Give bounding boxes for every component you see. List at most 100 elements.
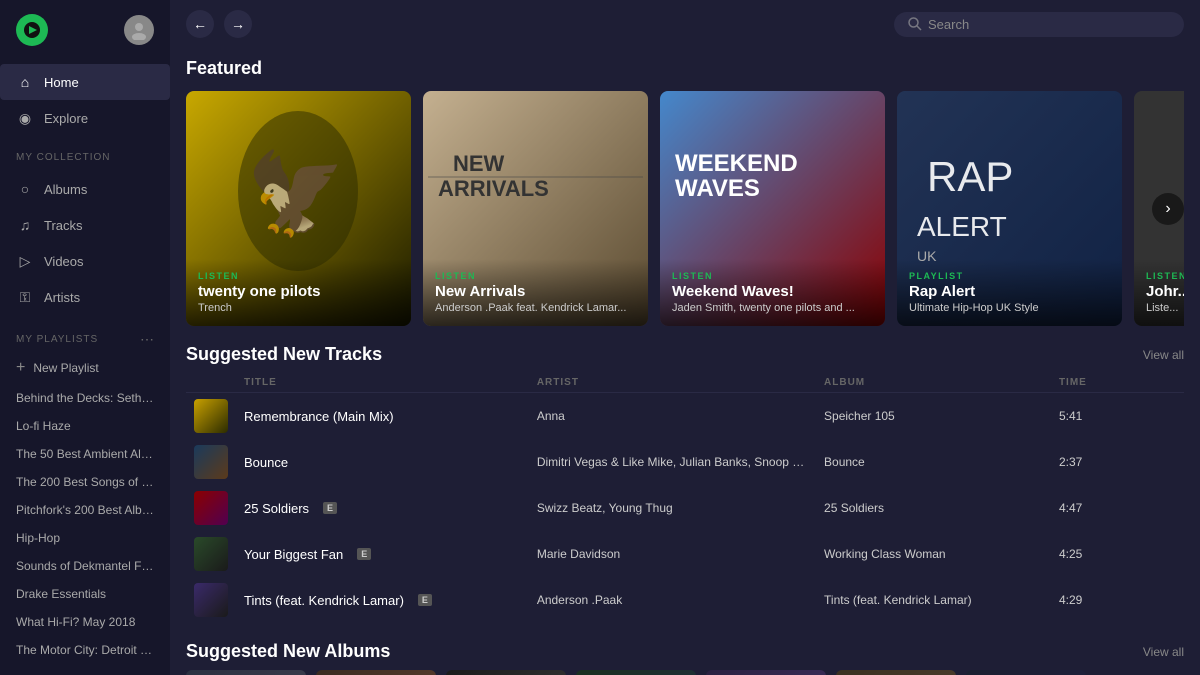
sidebar-item-tracks[interactable]: ♫ Tracks — [0, 207, 170, 243]
album-card-2[interactable] — [446, 670, 566, 675]
track-like-button-3[interactable]: ♡ — [1142, 544, 1159, 565]
svg-text:RAP: RAP — [927, 153, 1013, 200]
sidebar-item-home-label: Home — [44, 75, 79, 90]
album-card-0[interactable] — [186, 670, 306, 675]
explicit-badge: E — [357, 548, 371, 560]
col-num — [186, 373, 236, 393]
track-like-button-0[interactable]: ♡ — [1142, 406, 1159, 427]
track-artist-1: Dimitri Vegas & Like Mike, Julian Banks,… — [529, 439, 816, 485]
featured-card-3[interactable]: RAP ALERT UK PLAYLIST Rap Alert Ultimate… — [897, 91, 1122, 326]
tracks-header-row: TITLE ARTIST ALBUM TIME — [186, 373, 1184, 393]
track-album-4: Tints (feat. Kendrick Lamar) — [816, 577, 1051, 623]
suggested-albums-title: Suggested New Albums — [186, 641, 390, 662]
table-row[interactable]: Remembrance (Main Mix) Anna Speicher 105… — [186, 393, 1184, 440]
add-icon: + — [16, 359, 25, 377]
sidebar-playlist-item-7[interactable]: Drake Essentials — [0, 580, 170, 608]
track-artist-3: Marie Davidson — [529, 531, 816, 577]
search-input[interactable] — [928, 17, 1170, 32]
artists-icon: ⚿ — [16, 288, 34, 306]
track-time-1: 2:37 — [1051, 439, 1114, 485]
card-title-3: Rap Alert — [909, 283, 1110, 300]
card-title-2: Weekend Waves! — [672, 283, 873, 300]
app-logo[interactable] — [16, 14, 48, 46]
collection-section-title: MY COLLECTION — [0, 140, 170, 167]
sidebar-item-explore[interactable]: ◉ Explore — [0, 100, 170, 136]
track-like-button-1[interactable]: ♡ — [1142, 452, 1159, 473]
track-time-4: 4:29 — [1051, 577, 1114, 623]
sidebar-playlist-item-8[interactable]: What Hi-Fi? May 2018 — [0, 608, 170, 636]
explicit-badge: E — [418, 594, 432, 606]
track-like-button-4[interactable]: ♡ — [1142, 590, 1159, 611]
suggested-tracks-title: Suggested New Tracks — [186, 344, 382, 365]
sidebar-playlist-item-5[interactable]: Hip-Hop — [0, 524, 170, 552]
track-title-cell: Bounce — [236, 439, 529, 485]
track-add-button-0[interactable]: + — [1122, 406, 1134, 426]
new-playlist-label: New Playlist — [33, 361, 98, 375]
album-card-3[interactable] — [576, 670, 696, 675]
sidebar-item-artists[interactable]: ⚿ Artists — [0, 279, 170, 315]
track-artist-4: Anderson .Paak — [529, 577, 816, 623]
track-album-3: Working Class Woman — [816, 531, 1051, 577]
track-add-button-1[interactable]: + — [1122, 452, 1134, 472]
sidebar-item-home[interactable]: ⌂ Home — [0, 64, 170, 100]
table-row[interactable]: Your Biggest Fan E Marie Davidson Workin… — [186, 531, 1184, 577]
track-add-button-4[interactable]: + — [1122, 590, 1134, 610]
card-tag-4: LISTEN — [1146, 271, 1184, 281]
card-tag-3: PLAYLIST — [909, 271, 1110, 281]
track-thumb-4 — [194, 583, 228, 617]
card-tag-1: LISTEN — [435, 271, 636, 281]
table-row[interactable]: Tints (feat. Kendrick Lamar) E Anderson … — [186, 577, 1184, 623]
main-nav: ⌂ Home ◉ Explore — [0, 60, 170, 140]
sidebar-item-videos-label: Videos — [44, 254, 84, 269]
sidebar-playlist-item-1[interactable]: Lo-fi Haze — [0, 412, 170, 440]
track-add-button-2[interactable]: + — [1122, 498, 1134, 518]
sidebar-playlist-item-0[interactable]: Behind the Decks: Seth Tro... — [0, 384, 170, 412]
sidebar-item-albums[interactable]: ○ Albums — [0, 171, 170, 207]
sidebar: ⌂ Home ◉ Explore MY COLLECTION ○ Albums … — [0, 0, 170, 675]
featured-card-1[interactable]: NEW ARRIVALS LISTEN New Arrivals Anderso… — [423, 91, 648, 326]
track-add-button-3[interactable]: + — [1122, 544, 1134, 564]
track-actions-cell: + ♡ — [1114, 577, 1184, 623]
featured-next-button[interactable]: › — [1152, 193, 1184, 225]
tracks-view-all[interactable]: View all — [1143, 348, 1184, 362]
track-name-1: Bounce — [244, 455, 288, 470]
new-playlist-button[interactable]: + New Playlist — [0, 352, 170, 384]
albums-row — [186, 670, 1184, 675]
album-card-4[interactable] — [706, 670, 826, 675]
sidebar-playlist-item-4[interactable]: Pitchfork's 200 Best Album... — [0, 496, 170, 524]
playlists-more-icon[interactable]: ⋯ — [140, 331, 154, 348]
home-icon: ⌂ — [16, 73, 34, 91]
albums-view-all[interactable]: View all — [1143, 645, 1184, 659]
album-card-5[interactable] — [836, 670, 956, 675]
main-content: ← → Featured 🦅 LISTEN twenty one pilots — [170, 0, 1200, 675]
back-button[interactable]: ← — [186, 10, 214, 38]
forward-button[interactable]: → — [224, 10, 252, 38]
sidebar-playlist-item-9[interactable]: The Motor City: Detroit Hou... — [0, 636, 170, 664]
user-avatar[interactable] — [124, 15, 154, 45]
album-card-6[interactable] — [966, 670, 1086, 675]
featured-card-2[interactable]: WEEKEND WAVES LISTEN Weekend Waves! Jade… — [660, 91, 885, 326]
sidebar-item-explore-label: Explore — [44, 111, 88, 126]
table-row[interactable]: 25 Soldiers E Swizz Beatz, Young Thug 25… — [186, 485, 1184, 531]
featured-card-0[interactable]: 🦅 LISTEN twenty one pilots Trench — [186, 91, 411, 326]
playlists-section-title: MY PLAYLISTS — [16, 334, 98, 345]
sidebar-playlist-item-3[interactable]: The 200 Best Songs of the ... — [0, 468, 170, 496]
sidebar-playlist-item-2[interactable]: The 50 Best Ambient Albu... — [0, 440, 170, 468]
track-thumb-2 — [194, 491, 228, 525]
explore-icon: ◉ — [16, 109, 34, 127]
table-row[interactable]: Bounce Dimitri Vegas & Like Mike, Julian… — [186, 439, 1184, 485]
playlist-list: Behind the Decks: Seth Tro...Lo-fi HazeT… — [0, 384, 170, 664]
card-title-0: twenty one pilots — [198, 283, 399, 300]
sidebar-playlist-item-6[interactable]: Sounds of Dekmantel Festi... — [0, 552, 170, 580]
sidebar-item-videos[interactable]: ▷ Videos — [0, 243, 170, 279]
suggested-tracks-header: Suggested New Tracks View all — [186, 344, 1184, 365]
explicit-badge: E — [323, 502, 337, 514]
card-overlay-4: LISTEN Johr... Liste... — [1134, 259, 1184, 326]
tracks-table-body: Remembrance (Main Mix) Anna Speicher 105… — [186, 393, 1184, 624]
album-card-1[interactable] — [316, 670, 436, 675]
track-name-0: Remembrance (Main Mix) — [244, 409, 394, 424]
track-like-button-2[interactable]: ♡ — [1142, 498, 1159, 519]
content-scroll: Featured 🦅 LISTEN twenty one pilots Tren… — [170, 48, 1200, 675]
search-bar[interactable] — [894, 12, 1184, 37]
card-title-1: New Arrivals — [435, 283, 636, 300]
